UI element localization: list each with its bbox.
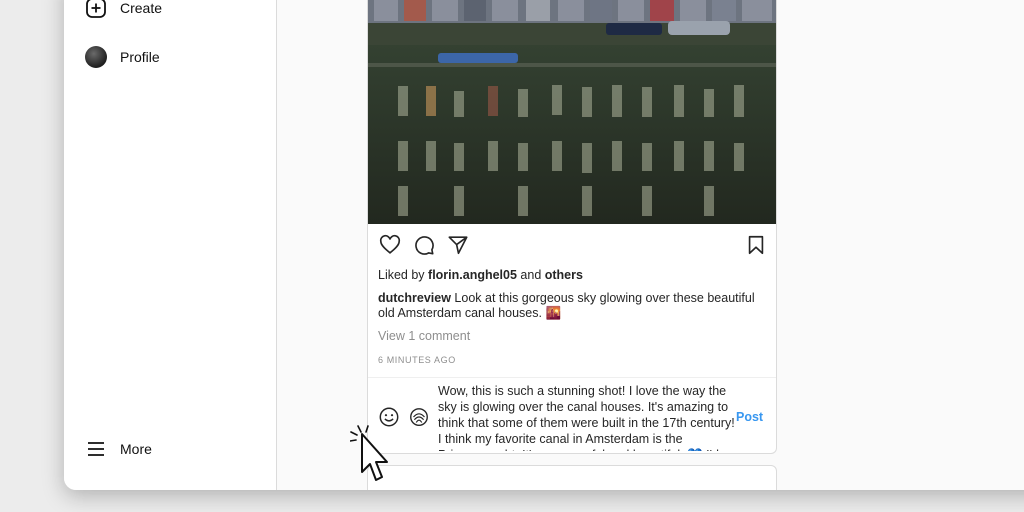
liker-username[interactable]: florin.anghel05 (428, 268, 517, 282)
avatar (85, 46, 107, 68)
post-photo[interactable] (368, 0, 776, 224)
sidebar-item-create[interactable]: Create (84, 0, 162, 22)
likers-others-link[interactable]: others (545, 268, 583, 282)
next-feed-post (367, 465, 777, 490)
share-icon[interactable] (446, 233, 470, 257)
hamburger-menu-icon (84, 437, 108, 461)
sidebar-item-label: Profile (120, 49, 160, 65)
post-actions (368, 233, 776, 263)
pointer-cursor-icon (350, 425, 388, 481)
sidebar-item-profile[interactable]: Profile (84, 43, 160, 71)
comment-icon[interactable] (412, 233, 436, 257)
sidebar: Create Profile More (64, 0, 277, 490)
likes-line: Liked by florin.anghel05 and others (378, 268, 583, 282)
sidebar-item-label: Create (120, 0, 163, 16)
sidebar-item-label: More (120, 441, 152, 457)
sticker-icon[interactable] (408, 406, 430, 428)
sidebar-item-more[interactable]: More (84, 435, 152, 463)
caption-username[interactable]: dutchreview (378, 291, 451, 305)
post-timestamp: 6 MINUTES AGO (378, 355, 456, 365)
comment-box: Wow, this is such a stunning shot! I lov… (368, 377, 776, 453)
bookmark-icon[interactable] (744, 233, 768, 257)
app-window: Create Profile More Liked by florin.angh… (64, 0, 1024, 490)
feed-post: Liked by florin.anghel05 and others dutc… (367, 0, 777, 454)
post-caption: dutchreview Look at this gorgeous sky gl… (378, 291, 768, 321)
view-comments-link[interactable]: View 1 comment (378, 329, 470, 343)
comment-input[interactable]: Wow, this is such a stunning shot! I lov… (438, 383, 738, 451)
post-comment-button[interactable]: Post (736, 410, 763, 424)
heart-icon[interactable] (378, 233, 402, 257)
plus-square-icon (84, 0, 108, 20)
